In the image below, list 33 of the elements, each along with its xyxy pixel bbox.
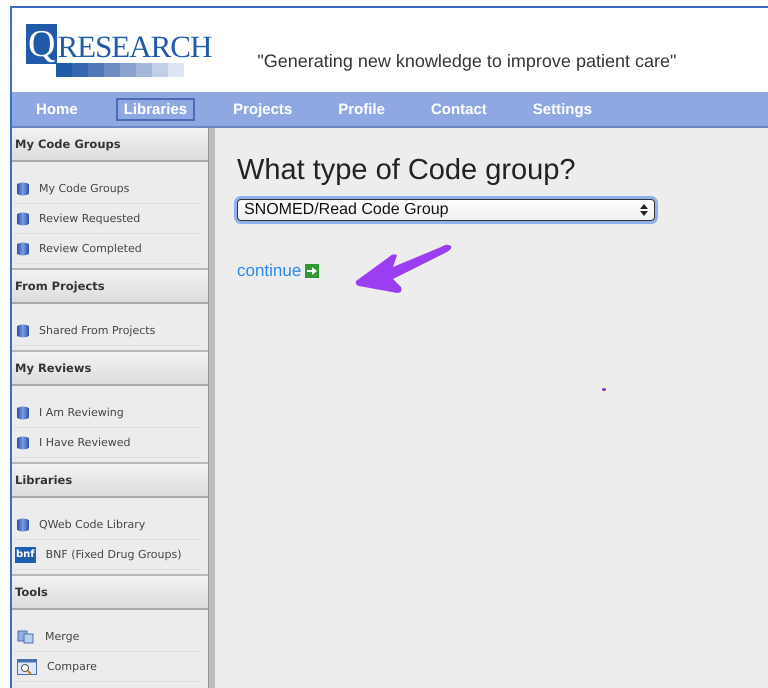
sidebar-link[interactable]: Review Requested [39, 212, 140, 225]
database-icon [17, 324, 29, 338]
splitter-handle[interactable] [208, 128, 215, 688]
database-icon [17, 212, 29, 226]
type-select[interactable]: SNOMED/Read Code Group [237, 199, 655, 221]
database-icon [17, 242, 29, 256]
section-header: Tools [12, 574, 208, 610]
sidebar-link[interactable]: Review Completed [39, 242, 142, 255]
sidebar-link[interactable]: Merge [45, 630, 80, 643]
section-header: Libraries [12, 462, 208, 498]
sidebar-link[interactable]: Shared From Projects [39, 324, 156, 337]
database-icon [17, 518, 29, 532]
arrow-right-icon [305, 264, 320, 278]
sidebar-link[interactable]: My Code Groups [39, 182, 130, 195]
documents-icon [17, 630, 35, 644]
database-icon [17, 406, 29, 420]
sidebar-link[interactable]: Compare [47, 660, 97, 673]
section-header: My Reviews [12, 350, 208, 386]
page-heading: What type of Code group? [237, 154, 577, 187]
bnf-logo-icon: bnf [15, 546, 36, 562]
sidebar-link[interactable]: BNF (Fixed Drug Groups) [46, 548, 182, 561]
sidebar-link[interactable]: QWeb Code Library [39, 518, 146, 531]
database-icon [17, 182, 29, 196]
tagline: "Generating new knowledge to improve patient care" [257, 50, 676, 72]
window-magnifier-icon [17, 658, 37, 674]
sidebar-link[interactable]: I Am Reviewing [39, 406, 124, 419]
sidebar-link[interactable]: I Have Reviewed [39, 436, 131, 449]
logo-text: RESEARCH [57, 30, 212, 64]
section-header: From Projects [12, 268, 208, 304]
logo-mark: Q [26, 24, 58, 64]
database-icon [17, 436, 29, 450]
section-header: My Code Groups [12, 128, 208, 162]
up-down-arrows-icon [640, 204, 648, 216]
